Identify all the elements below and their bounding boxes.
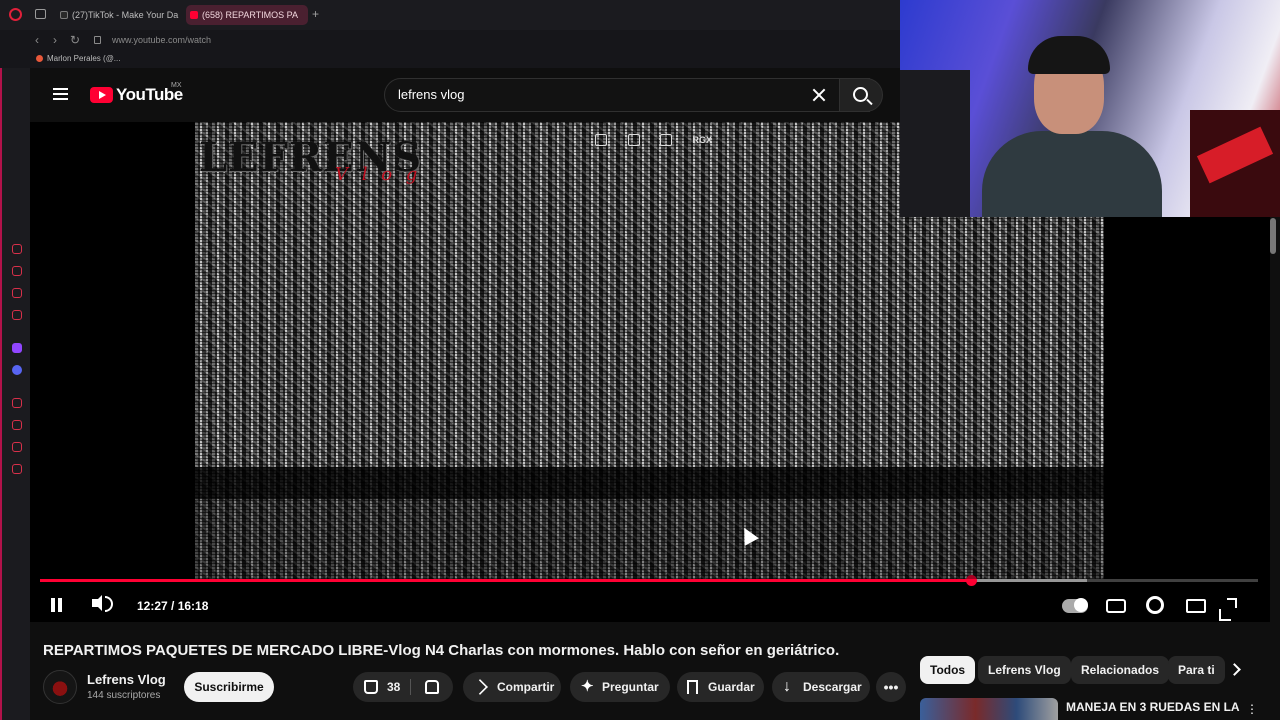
bookmark-item[interactable]: Marlon Perales (@... [36, 54, 120, 63]
like-count[interactable]: 38 [387, 672, 400, 702]
tab-overview-icon[interactable] [35, 9, 46, 19]
volume-icon[interactable] [92, 595, 113, 612]
channel-watermark-sub: V l o g [335, 164, 422, 185]
bookmark-label: Marlon Perales (@... [47, 54, 121, 63]
next-icon[interactable] [660, 134, 673, 146]
search-input[interactable] [398, 87, 798, 102]
instagram-icon[interactable] [12, 266, 22, 276]
overlay-label[interactable]: RGX [693, 135, 713, 145]
chip-for-you[interactable]: Para ti [1168, 656, 1225, 684]
share-icon [472, 679, 488, 695]
time-display: 12:27 / 16:18 [137, 599, 209, 613]
browser-tab-tiktok[interactable]: (27)TikTok - Make Your Da [56, 5, 180, 25]
share-button[interactable]: Compartir [463, 672, 561, 702]
region-code: MX [171, 82, 182, 89]
opera-logo-icon[interactable] [9, 8, 22, 21]
recommendation-thumbnail[interactable] [920, 698, 1058, 720]
like-icon[interactable] [364, 680, 378, 694]
lock-icon [94, 36, 101, 44]
url-field[interactable]: www.youtube.com/watch [112, 35, 211, 45]
webcam-shirt [982, 131, 1162, 217]
subtitles-icon[interactable] [1106, 599, 1126, 613]
channel-avatar[interactable] [43, 670, 77, 704]
dislike-icon[interactable] [425, 680, 439, 694]
download-button[interactable]: Descargar [772, 672, 870, 702]
settings-gear-icon[interactable] [1146, 596, 1164, 614]
chevron-right-icon[interactable] [1226, 658, 1244, 682]
webcam-overlay [900, 0, 1280, 217]
chip-channel[interactable]: Lefrens Vlog [978, 656, 1071, 684]
webcam-cap [1028, 36, 1110, 74]
save-button[interactable]: Guardar [677, 672, 764, 702]
sparkle-icon [581, 672, 595, 702]
webcam-chair [900, 70, 970, 217]
video-noise-lower [195, 499, 1104, 579]
webcam-person [982, 36, 1162, 217]
player-controls: 12:27 / 16:18 [30, 588, 1270, 622]
bookmark-icon [687, 680, 698, 694]
subscriber-count: 144 suscriptores [87, 690, 161, 701]
download-icon [782, 672, 796, 702]
tab-label: (27)TikTok - Make Your Da [72, 10, 179, 20]
page-scrollbar[interactable] [1270, 218, 1276, 254]
new-tab-button[interactable]: + [312, 7, 319, 21]
exit-icon[interactable] [627, 134, 640, 146]
browser-tab-youtube[interactable]: (658) REPARTIMOS PA [186, 5, 308, 25]
twitch-icon[interactable] [12, 343, 22, 353]
reload-icon[interactable]: ↻ [70, 33, 80, 47]
share-label: Compartir [497, 680, 555, 694]
youtube-masthead: YouTube MX [30, 68, 900, 122]
recommendation-title[interactable]: MANEJA EN 3 RUEDAS EN LA [1066, 700, 1240, 714]
fullscreen-icon[interactable] [1219, 598, 1237, 621]
progress-fill [40, 579, 971, 582]
youtube-favicon-icon [190, 11, 198, 19]
player-icon[interactable] [12, 288, 22, 298]
more-actions-button[interactable]: ••• [876, 672, 906, 702]
hamburger-menu-icon[interactable] [53, 88, 68, 100]
player-overlay-tools: RGX [595, 134, 712, 146]
messenger-icon[interactable] [12, 244, 22, 254]
autoplay-toggle-icon[interactable] [1062, 598, 1088, 613]
like-dislike-group: 38 [353, 672, 453, 702]
back-icon[interactable]: ‹ [35, 33, 39, 47]
ask-label: Preguntar [602, 680, 659, 694]
chip-all[interactable]: Todos [920, 656, 976, 684]
browser-sidebar [0, 68, 30, 720]
subscribe-button[interactable]: Suscribirme [184, 672, 274, 702]
like-divider [410, 679, 411, 695]
search-button[interactable] [839, 78, 883, 112]
miniplayer-icon[interactable] [1186, 599, 1206, 613]
tab-label: (658) REPARTIMOS PA [202, 10, 299, 20]
recommendation-more-icon[interactable]: ⋮ [1246, 702, 1258, 716]
search-icon [853, 87, 868, 102]
ask-button[interactable]: Preguntar [570, 672, 670, 702]
tiktok-favicon-icon [60, 11, 68, 19]
save-label: Guardar [708, 680, 755, 694]
clear-search-icon[interactable] [810, 86, 828, 104]
youtube-logo-icon[interactable] [90, 87, 113, 103]
search-box [384, 78, 870, 112]
forward-icon[interactable]: › [53, 33, 57, 47]
pause-icon[interactable] [51, 598, 62, 612]
extensions-icon[interactable] [12, 442, 22, 452]
download-label: Descargar [803, 680, 862, 694]
channel-name[interactable]: Lefrens Vlog [87, 672, 166, 687]
discord-icon[interactable] [12, 365, 22, 375]
clock-icon[interactable] [12, 420, 22, 430]
bookmark-favicon-icon [36, 55, 43, 62]
video-title: REPARTIMOS PAQUETES DE MERCADO LIBRE-Vlo… [43, 642, 840, 659]
popout-icon[interactable] [595, 134, 607, 146]
video-noise-band [195, 467, 1104, 499]
chip-related[interactable]: Relacionados [1071, 656, 1170, 684]
history-icon[interactable] [12, 398, 22, 408]
progress-bar[interactable] [40, 575, 1258, 586]
mail-icon[interactable] [12, 310, 22, 320]
settings-sidebar-icon[interactable] [12, 464, 22, 474]
related-chips: Todos Lefrens Vlog Relacionados Para ti [920, 656, 1250, 684]
